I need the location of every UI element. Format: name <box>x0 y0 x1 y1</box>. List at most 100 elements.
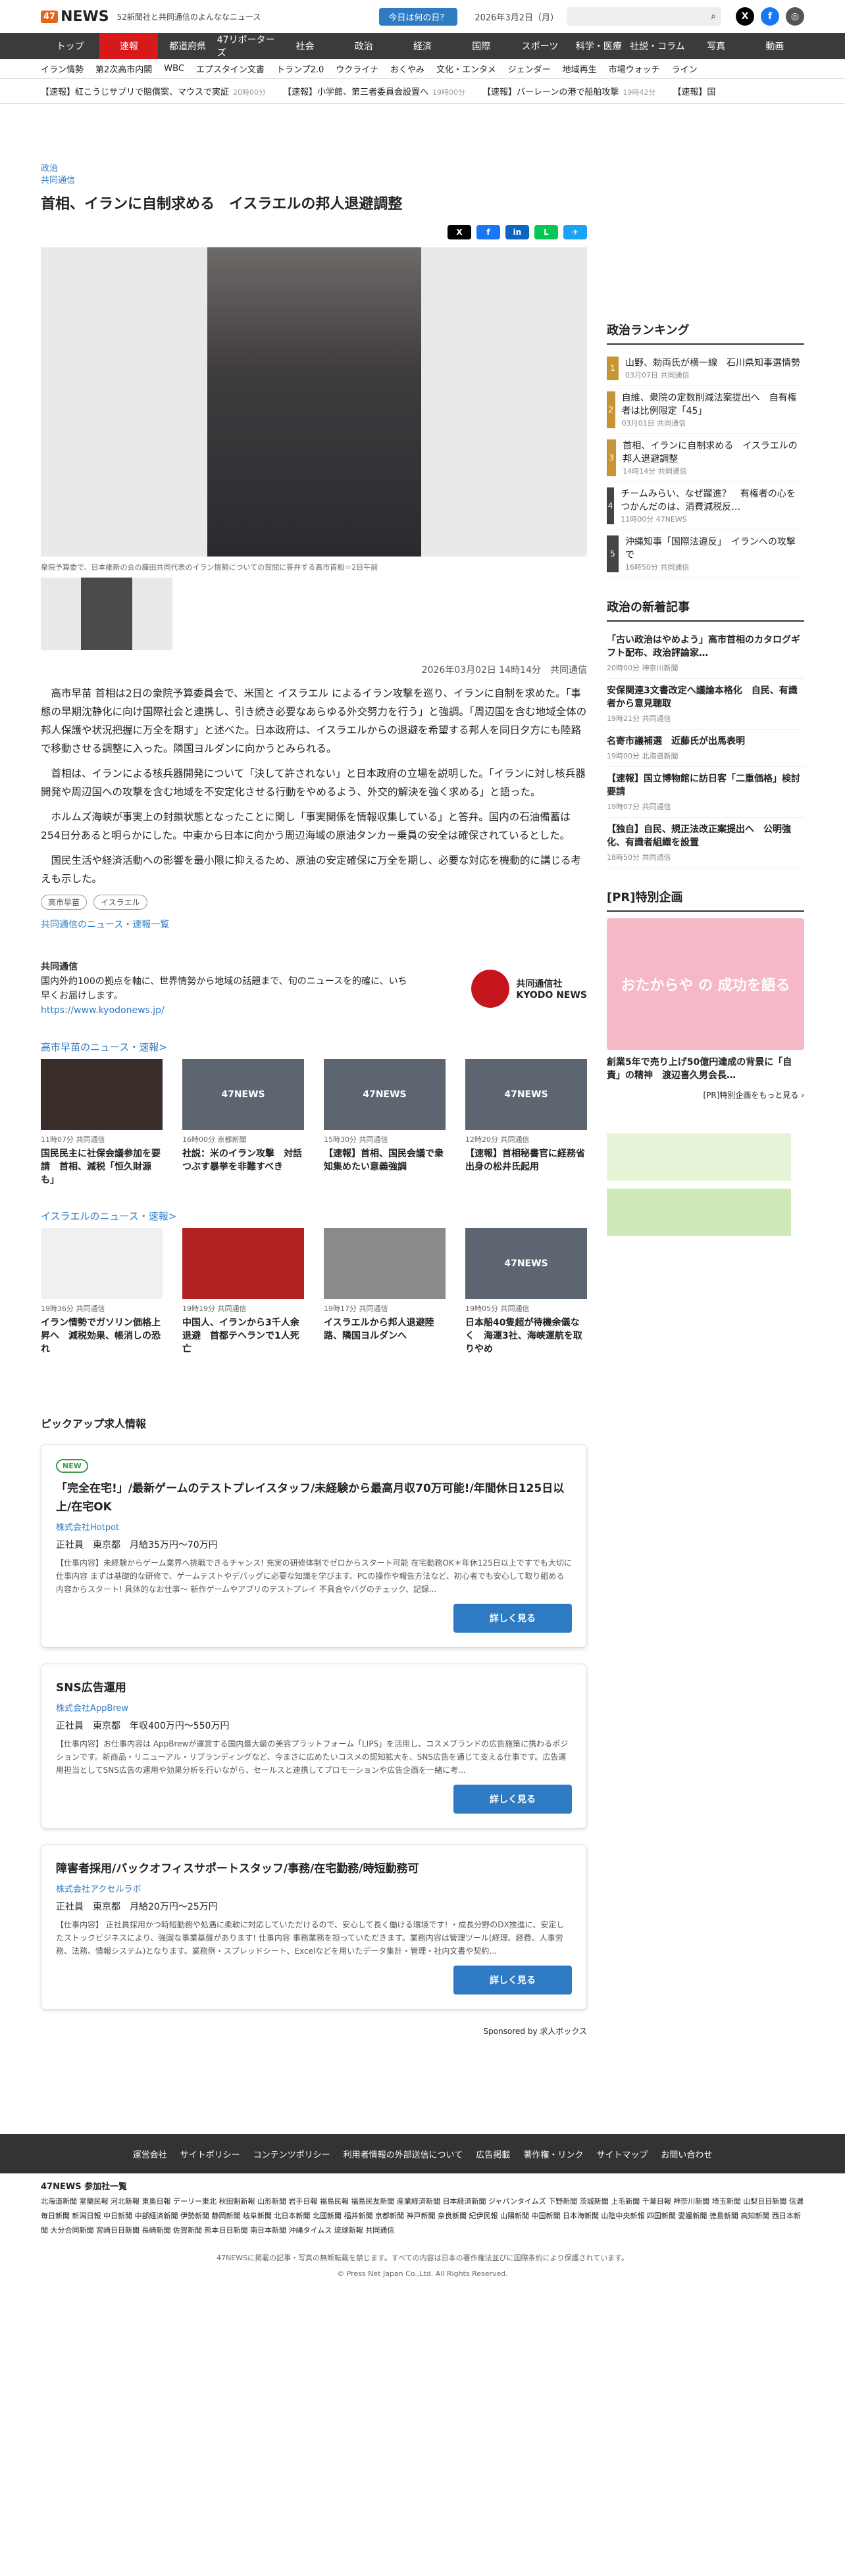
article-agency: 共同通信 <box>550 665 587 676</box>
nav-item[interactable]: 社会 <box>276 33 334 59</box>
job-card[interactable]: SNS広告運用 株式会社AppBrew 正社員 東京都 年収400万円〜550万円 … <box>41 1664 587 1829</box>
x-icon[interactable]: X <box>736 7 754 26</box>
new-article[interactable]: 安保関連3文書改定へ議論本格化 自民、有識者から意見聴取 19時21分 共同通信 <box>607 679 804 730</box>
footer-link[interactable]: お問い合わせ <box>661 2148 712 2160</box>
nav-item[interactable]: 社説・コラム <box>628 33 686 59</box>
ticker-item[interactable]: 【速報】国 <box>673 85 715 97</box>
pr-caption[interactable]: 創業5年で売り上げ50億円達成の背景に「自責」の精神 渡辺喜久男会長… <box>607 1055 804 1081</box>
ranking-item[interactable]: 4 チームみらい、なぜ躍進？ 有権者の心をつかんだのは、消費減税反… 11時00分 … <box>607 482 804 530</box>
topic-link[interactable]: 文化・エンタメ <box>436 62 496 75</box>
search-icon[interactable]: ⌕ <box>711 11 716 22</box>
nav-item[interactable]: トップ <box>41 33 99 59</box>
nav-item-active[interactable]: 速報 <box>99 33 159 59</box>
topic-link[interactable]: 地域再生 <box>563 62 597 75</box>
nav-item[interactable]: スポーツ <box>511 33 569 59</box>
news-card[interactable]: 47NEWS 15時30分 共同通信 【速報】首相、国民会議で衆知集めたい意義強調 <box>324 1059 446 1187</box>
photo-thumbnail[interactable] <box>41 578 172 650</box>
footer-link[interactable]: 著作権・リンク <box>523 2148 583 2160</box>
topic-link[interactable]: イラン情勢 <box>41 62 84 75</box>
article-source[interactable]: 共同通信 <box>41 175 587 187</box>
news-card[interactable]: 47NEWS 19時05分 共同通信 日本船40隻超が待機余儀なく 海運3社、海峡運… <box>465 1228 587 1356</box>
share-linkedin-icon[interactable]: in <box>505 225 529 239</box>
topic-link[interactable]: おくやみ <box>390 62 424 75</box>
news-card[interactable]: 19時36分 共同通信 イラン情勢でガソリン価格上昇へ 減税効果、帳消しの恐れ <box>41 1228 163 1356</box>
job-detail-button[interactable]: 詳しく見る <box>453 1604 572 1633</box>
topic-link[interactable]: WBC <box>164 64 184 74</box>
new-article[interactable]: 「古い政治はやめよう」高市首相のカタログギフト配布、政治評論家… 20時00分 神… <box>607 628 804 679</box>
tag-link[interactable]: 高市早苗 <box>41 895 88 910</box>
pr-banner[interactable]: おたからや の 成功を語る <box>607 918 804 1050</box>
topic-nav: イラン情勢 第2次高市内閣 WBC エプスタイン文書 トランプ2.0 ウクライナ… <box>0 59 845 79</box>
facebook-icon[interactable]: f <box>761 7 779 26</box>
tag-link[interactable]: イスラエル <box>93 895 147 910</box>
share-bluesky-icon[interactable]: ✈ <box>563 225 587 239</box>
news-card[interactable]: 19時17分 共同通信 イスラエルから邦人退避陸路、隣国ヨルダンへ <box>324 1228 446 1356</box>
ranking-item[interactable]: 5 沖縄知事「国際法違反」 イランへの攻撃で 16時50分 共同通信 <box>607 530 804 578</box>
job-detail-button[interactable]: 詳しく見る <box>453 1966 572 1994</box>
search-input[interactable]: ⌕ <box>567 7 721 26</box>
news-card[interactable]: 11時07分 共同通信 国民民主に社保会議参加を要請 首相、減税「恒久財源も」 <box>41 1059 163 1187</box>
ranking-item[interactable]: 2 自維、衆院の定数削減法案提出へ 自有権者は比例限定「45」 03月01日 共同通… <box>607 386 804 434</box>
kyodo-text: 国内外約100の拠点を軸に、世界情勢から地域の話題まで、旬のニュースを的確に、い… <box>41 976 407 1001</box>
topic-link[interactable]: トランプ2.0 <box>276 62 324 75</box>
footer-link[interactable]: コンテンツポリシー <box>253 2148 330 2160</box>
footer-link[interactable]: 広告掲載 <box>476 2148 510 2160</box>
member-list[interactable]: 北海道新聞 室蘭民報 河北新報 東奥日報 デーリー東北 秋田魁新報 山形新聞 岩… <box>41 2194 804 2238</box>
ticker-item[interactable]: 【速報】紅こうじサプリで賠償案、マウスで実証 20時00分 <box>41 85 266 97</box>
job-card[interactable]: NEW 「完全在宅!」/最新ゲームのテストプレイスタッフ/未経験から最高月収70… <box>41 1444 587 1648</box>
topic-link[interactable]: ジェンダー <box>508 62 551 75</box>
nav-item[interactable]: 政治 <box>334 33 393 59</box>
nav-item[interactable]: 国際 <box>452 33 511 59</box>
footer-members: 47NEWS 参加社一覧 北海道新聞 室蘭民報 河北新報 東奥日報 デーリー東北… <box>0 2173 845 2288</box>
today-button[interactable]: 今日は何の日？ <box>379 7 458 26</box>
sidebar: 政治ランキング 1 山野、勅両氏が横一線 石川県知事選情勢 03月07日 共同通信 … <box>607 321 804 2042</box>
job-card[interactable]: 障害者採用/バックオフィスサポートスタッフ/事務/在宅勤務/時短勤務可 株式会社… <box>41 1845 587 2010</box>
nav-item[interactable]: 写真 <box>687 33 746 59</box>
footer-link[interactable]: 利用者情報の外部送信について <box>344 2148 463 2160</box>
new-articles-title: 政治の新着記事 <box>607 598 804 622</box>
site-logo[interactable]: 47 NEWS <box>41 9 109 25</box>
kyodo-logo[interactable]: 共同通信社 KYODO NEWS <box>471 960 587 1018</box>
footer-link[interactable]: サイトマップ <box>596 2148 648 2160</box>
ticker-item[interactable]: 【速報】小学館、第三者委員会設置へ 19時00分 <box>283 85 465 97</box>
ranking-item[interactable]: 1 山野、勅両氏が横一線 石川県知事選情勢 03月07日 共同通信 <box>607 351 804 386</box>
article-photo[interactable] <box>41 247 587 557</box>
nav-item[interactable]: 47リポーターズ <box>217 33 276 59</box>
news-card[interactable]: 47NEWS 16時00分 京都新聞 社説：米のイラン攻撃 対話つぶす暴挙を非難すべ… <box>182 1059 304 1187</box>
news-card[interactable]: 19時19分 共同通信 中国人、イランから3千人余退避 首都テヘランで1人死亡 <box>182 1228 304 1356</box>
new-article[interactable]: 【独自】自民、規正法改正案提出へ 公明強化、有識者組織を設置 18時50分 共同通… <box>607 818 804 868</box>
footer-link[interactable]: 運営会社 <box>133 2148 167 2160</box>
article-category[interactable]: 政治 <box>41 163 587 175</box>
ranking-item[interactable]: 3 首相、イランに自制求める イスラエルの邦人退避調整 14時14分 共同通信 <box>607 434 804 482</box>
kyodo-url[interactable]: https://www.kyodonews.jp/ <box>41 1005 165 1016</box>
job-detail-button[interactable]: 詳しく見る <box>453 1785 572 1814</box>
globe-icon[interactable]: ◎ <box>786 7 804 26</box>
new-article[interactable]: 名寄市議補選 近藤氏が出馬表明 19時00分 北海道新聞 <box>607 730 804 767</box>
share-line-icon[interactable]: L <box>534 225 558 239</box>
article-datetime: 2026年03月02日 14時14分 <box>421 665 541 676</box>
topic-link[interactable]: ウクライナ <box>336 62 378 75</box>
article-body: 高市早苗 首相は2日の衆院予算委員会で、米国と イスラエル によるイラン攻撃を巡… <box>41 684 587 888</box>
article-title: 首相、イランに自制求める イスラエルの邦人退避調整 <box>41 196 403 212</box>
ad-banner[interactable] <box>607 1133 791 1181</box>
section-title[interactable]: 高市早苗のニュース・速報> <box>41 1040 587 1054</box>
nav-item[interactable]: 動画 <box>746 33 804 59</box>
ad-banner[interactable] <box>607 1189 791 1236</box>
topic-link[interactable]: 市場ウォッチ <box>609 62 660 75</box>
nav-item[interactable]: 経済 <box>393 33 451 59</box>
agency-news-link[interactable]: 共同通信のニュース・速報一覧 <box>41 920 169 930</box>
share-x-icon[interactable]: X <box>448 225 471 239</box>
nav-item[interactable]: 都道府県 <box>158 33 217 59</box>
nav-item[interactable]: 科学・医療 <box>569 33 628 59</box>
new-article[interactable]: 【速報】国立博物館に訪日客「二重価格」検討要請 19時07分 共同通信 <box>607 767 804 818</box>
share-facebook-icon[interactable]: f <box>476 225 500 239</box>
topic-link[interactable]: 第2次高市内閣 <box>95 62 152 75</box>
ticker-item[interactable]: 【速報】バーレーンの港で船舶攻撃 19時42分 <box>482 85 655 97</box>
section-title[interactable]: イスラエルのニュース・速報> <box>41 1209 587 1223</box>
footer-link[interactable]: サイトポリシー <box>180 2148 240 2160</box>
topic-link[interactable]: エプスタイン文書 <box>196 62 265 75</box>
pr-more-link[interactable]: [PR]特別企画をもっと見る › <box>607 1089 804 1101</box>
topic-link[interactable]: ライン <box>672 62 698 75</box>
news-card[interactable]: 47NEWS 12時20分 共同通信 【速報】首相秘書官に経務省出身の松井氏起用 <box>465 1059 587 1187</box>
paragraph: ホルムズ海峡が事実上の封鎖状態となったことに関し「事実関係を情報収集している」と… <box>41 811 571 841</box>
